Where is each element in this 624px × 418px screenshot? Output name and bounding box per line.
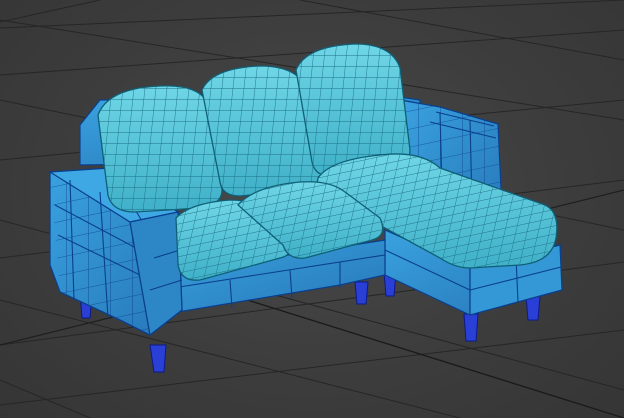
scene-canvas[interactable] — [0, 0, 624, 418]
sofa-leg — [463, 313, 479, 342]
sofa-leg — [354, 281, 369, 305]
sofa-leg — [149, 344, 167, 373]
3d-viewport[interactable] — [0, 0, 624, 418]
